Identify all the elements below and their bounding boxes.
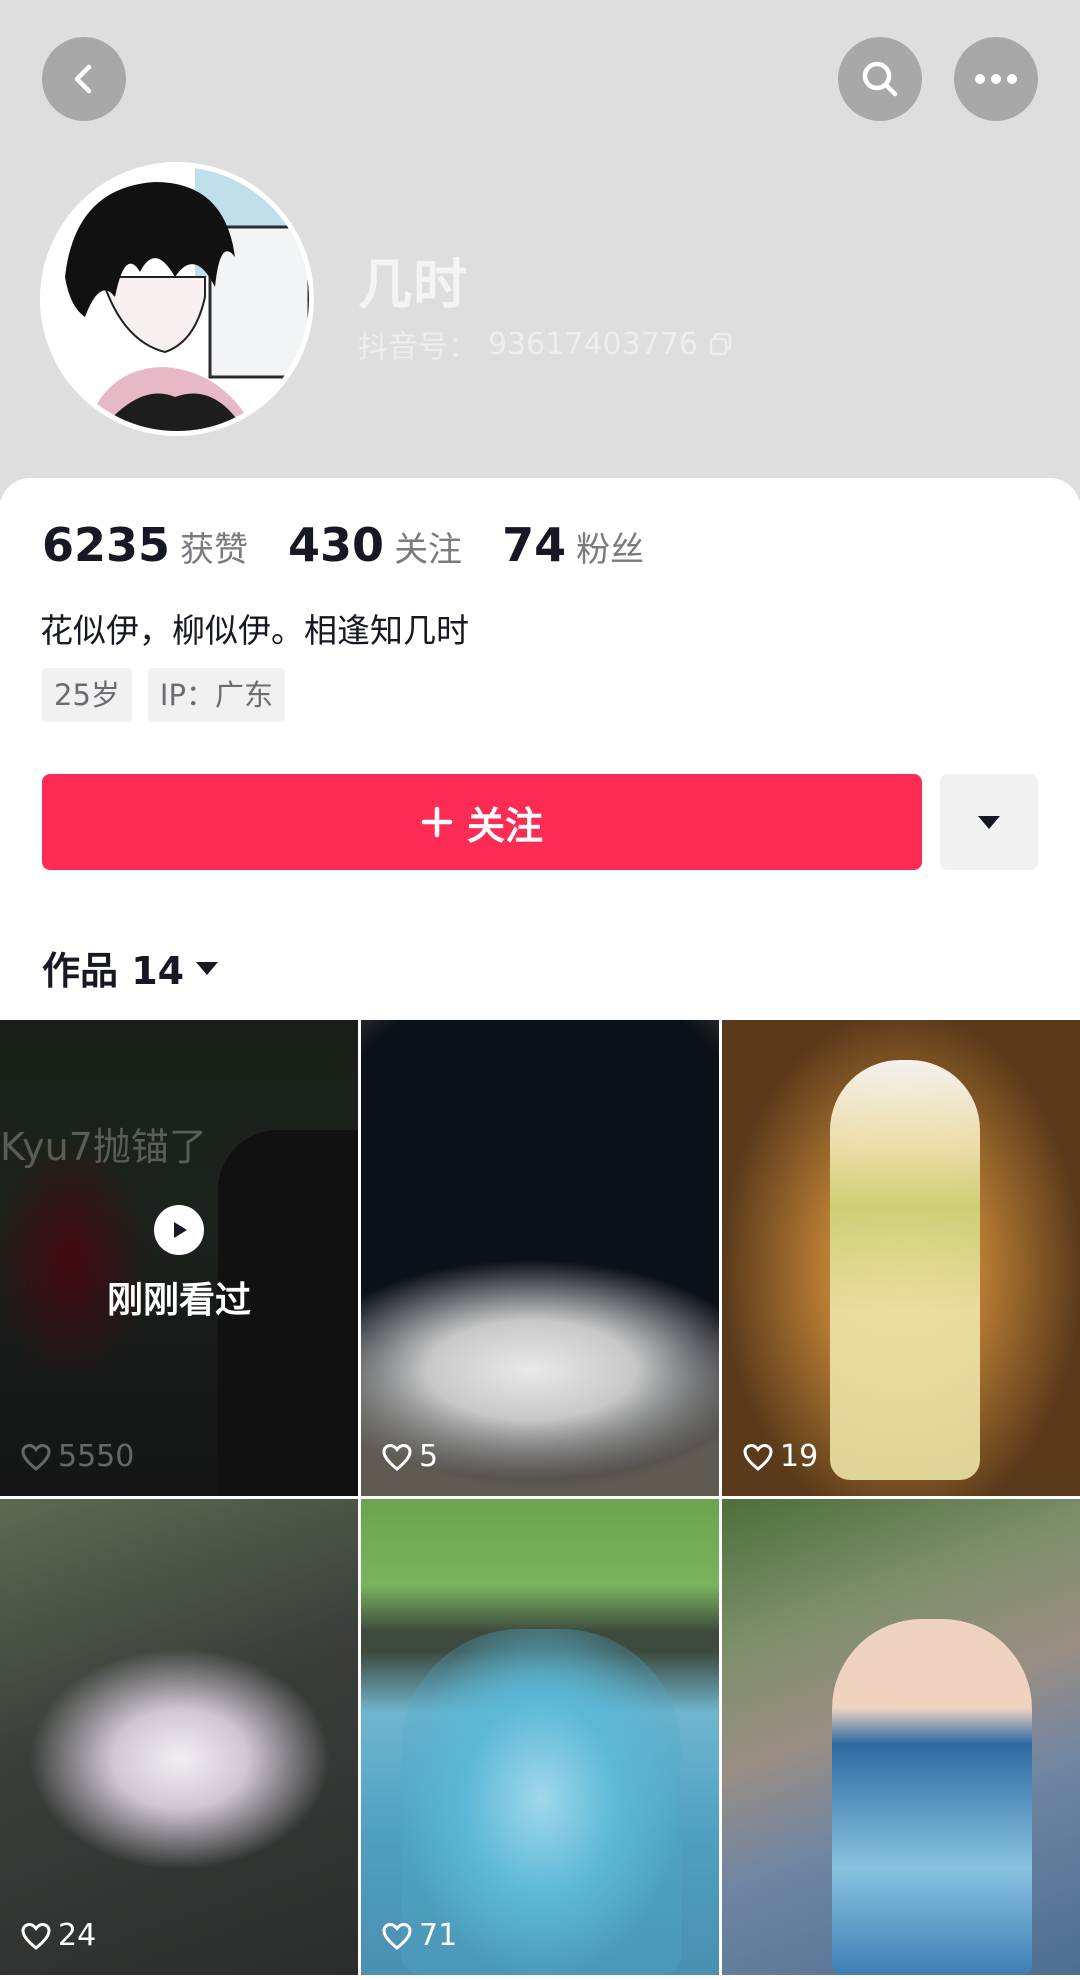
video-thumbnail[interactable]: 19 <box>722 1020 1080 1496</box>
video-likes-count: 5550 <box>58 1439 135 1474</box>
tab-works[interactable]: 作品 14 <box>42 940 220 995</box>
video-thumbnail[interactable] <box>722 1499 1080 1975</box>
stat-followers-value: 74 <box>502 518 567 572</box>
profile-bio: 花似伊，柳似伊。相逢知几时 <box>40 611 469 650</box>
video-thumbnail[interactable]: Kyu7抛锚了 刚刚看过 5550 <box>0 1020 358 1496</box>
copy-icon[interactable] <box>708 331 734 357</box>
douyin-id-label: 抖音号： <box>358 330 478 365</box>
profile-stats: 6235 获赞 430 关注 74 粉丝 <box>42 518 684 572</box>
douyin-id-row: 抖音号： 93617403776 <box>358 322 734 366</box>
follow-button-label: 关注 <box>466 803 543 848</box>
stat-following[interactable]: 430 关注 <box>288 518 462 572</box>
recently-watched-label: 刚刚看过 <box>106 1280 251 1321</box>
recommend-dropdown-button[interactable] <box>940 774 1038 870</box>
stat-following-value: 430 <box>288 518 385 572</box>
plus-icon <box>421 806 453 838</box>
stat-likes[interactable]: 6235 获赞 <box>42 518 248 572</box>
more-button[interactable] <box>954 37 1038 121</box>
more-icon <box>975 74 1017 84</box>
video-likes: 5550 <box>20 1439 134 1474</box>
video-thumbnail[interactable]: 5 <box>361 1020 719 1496</box>
play-icon <box>154 1205 204 1255</box>
profile-page: 几时 抖音号： 93617403776 6235 获赞 430 关注 74 粉丝 … <box>0 0 1080 1980</box>
search-icon <box>862 61 898 97</box>
heart-icon <box>21 1922 51 1950</box>
avatar[interactable] <box>40 162 314 436</box>
video-likes: 24 <box>20 1918 96 1953</box>
age-tag: 25岁 <box>42 668 132 722</box>
back-button[interactable] <box>42 37 126 121</box>
video-likes: 71 <box>381 1918 457 1953</box>
video-likes-count: 19 <box>780 1439 819 1474</box>
video-likes-count: 24 <box>58 1918 97 1953</box>
follow-button[interactable]: 关注 <box>42 774 922 870</box>
video-grid: Kyu7抛锚了 刚刚看过 5550 5 19 24 71 <box>0 1020 1080 1975</box>
video-thumbnail[interactable]: 71 <box>361 1499 719 1975</box>
video-likes: 5 <box>381 1439 438 1474</box>
heart-icon <box>382 1443 412 1471</box>
douyin-id-value: 93617403776 <box>488 326 698 362</box>
stat-following-label: 关注 <box>394 530 463 570</box>
ip-location-tag: IP：广东 <box>147 668 285 722</box>
heart-icon <box>21 1443 51 1471</box>
avatar-image <box>45 167 309 431</box>
back-arrow-icon <box>74 64 92 94</box>
profile-tags: 25岁 IP：广东 <box>42 668 285 722</box>
stat-followers[interactable]: 74 粉丝 <box>502 518 644 572</box>
video-likes-count: 5 <box>419 1439 439 1474</box>
stat-likes-label: 获赞 <box>180 530 249 570</box>
works-tab-label: 作品 14 <box>42 949 185 993</box>
caret-down-icon <box>196 961 219 975</box>
video-likes-count: 71 <box>419 1918 458 1953</box>
video-likes: 19 <box>742 1439 818 1474</box>
stat-followers-label: 粉丝 <box>576 530 645 570</box>
heart-icon <box>382 1922 412 1950</box>
stat-likes-value: 6235 <box>42 518 171 572</box>
profile-nickname: 几时 <box>358 253 468 316</box>
caret-down-icon <box>978 816 1000 829</box>
video-thumbnail[interactable]: 24 <box>0 1499 358 1975</box>
heart-icon <box>743 1443 773 1471</box>
search-button[interactable] <box>838 37 922 121</box>
